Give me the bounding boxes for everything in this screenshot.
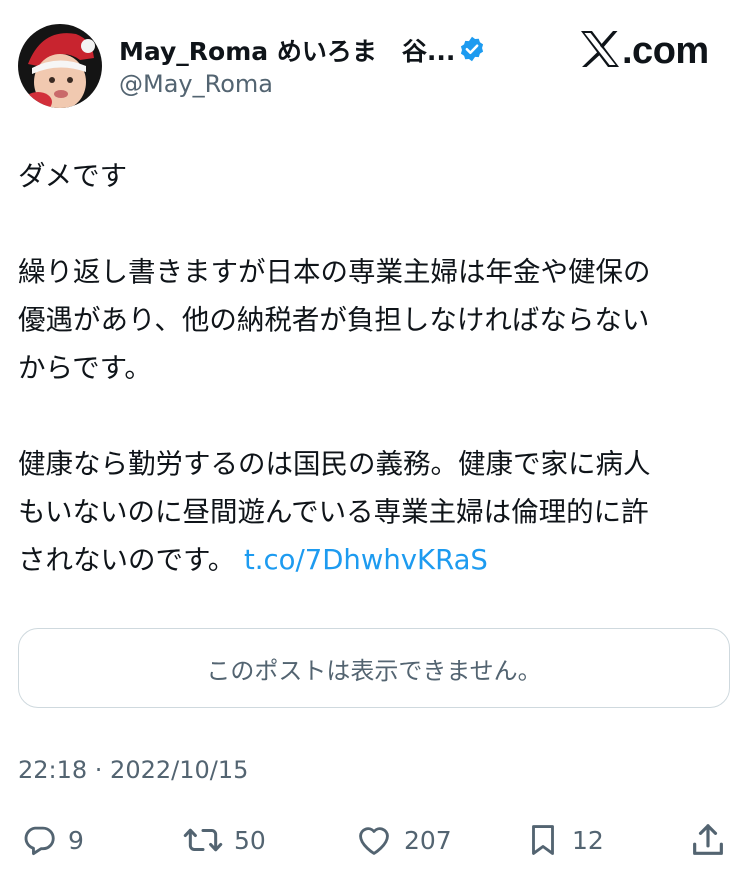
verified-badge-icon — [458, 35, 486, 63]
quoted-post-unavailable-text: このポストは表示できません。 — [206, 656, 542, 685]
tweet-line: 繰り返し書きますが日本の専業主婦は年金や健保の — [18, 256, 651, 288]
tweet-line: ダメです — [18, 160, 128, 192]
bookmark-count: 12 — [572, 825, 604, 855]
share-icon — [688, 820, 728, 860]
tweet-line: 優遇があり、他の納税者が負担しなければならない — [18, 304, 650, 336]
tweet-line: からです。 — [18, 352, 152, 384]
retweet-icon — [182, 821, 224, 859]
tweet-link[interactable]: t.co/7DhwhvKRaS — [244, 544, 488, 576]
display-name[interactable]: May_Roma めいろま 谷... — [119, 32, 455, 68]
retweet-button[interactable]: 50 — [182, 812, 266, 868]
bookmark-button[interactable]: 12 — [524, 812, 604, 868]
timestamp[interactable]: 22:18 · 2022/10/15 — [18, 756, 248, 784]
share-button[interactable] — [688, 812, 728, 868]
avatar[interactable] — [18, 24, 102, 108]
like-count: 207 — [404, 825, 452, 855]
tweet-line: されないのです。 t.co/7DhwhvKRaS — [18, 536, 718, 584]
x-logo-domain: .com — [622, 29, 709, 72]
tweet-line-text: されないのです。 — [18, 544, 236, 576]
reply-icon — [20, 821, 58, 859]
quoted-post-card: このポストは表示できません。 — [18, 628, 730, 708]
like-button[interactable]: 207 — [354, 812, 452, 868]
reply-count: 9 — [68, 825, 84, 855]
like-icon — [354, 821, 394, 859]
reply-button[interactable]: 9 — [20, 812, 84, 868]
tweet-text: ダメです 繰り返し書きますが日本の専業主婦は年金や健保の 優遇があり、他の納税者… — [18, 152, 718, 584]
x-logo-icon — [580, 30, 620, 72]
bookmark-icon — [524, 821, 562, 859]
action-bar: 9 50 207 12 — [0, 812, 750, 868]
tweet-line: 健康なら勤労するのは国民の義務。健康で家に病人 — [18, 448, 651, 480]
x-logo[interactable]: .com — [580, 28, 709, 74]
retweet-count: 50 — [234, 825, 266, 855]
tweet-line: もいないのに昼間遊んでいる専業主婦は倫理的に許 — [18, 496, 649, 528]
handle[interactable]: @May_Roma — [119, 70, 273, 98]
